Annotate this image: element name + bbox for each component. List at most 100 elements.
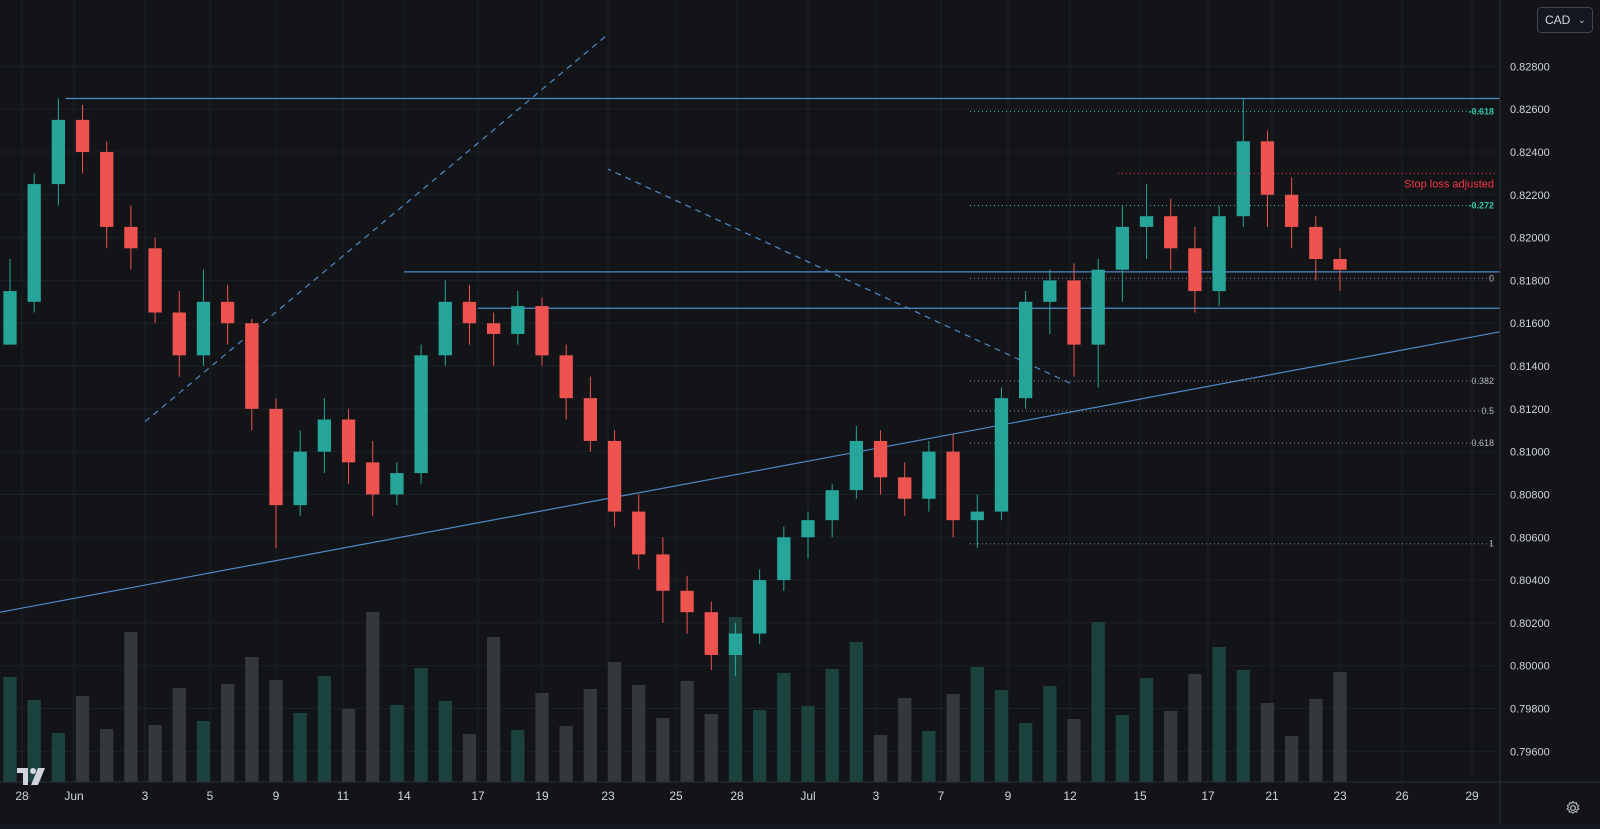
time-tick-label: 23 <box>601 789 615 803</box>
candle-body <box>3 291 17 345</box>
chart-pane[interactable]: -0.618 -0.272 0 0.382 0.5 0.618 1 Stop loss ad… <box>0 0 1600 824</box>
volume-bar <box>293 713 307 782</box>
volume-bar <box>1043 686 1057 782</box>
volume-bar <box>486 637 501 782</box>
candle-body <box>462 301 477 324</box>
candle <box>51 98 66 206</box>
volume-bar <box>1284 736 1299 782</box>
candle <box>801 511 815 559</box>
volume-bar <box>124 632 138 782</box>
candle <box>390 462 404 506</box>
volume-bar <box>946 694 960 782</box>
volume-bar <box>414 668 428 782</box>
candle <box>27 173 41 313</box>
candle <box>486 312 501 367</box>
candle-body <box>583 398 598 441</box>
price-tick-label: 0.80800 <box>1510 489 1550 501</box>
gear-icon[interactable] <box>1560 797 1586 819</box>
candle <box>656 537 670 623</box>
price-chart[interactable]: -0.618 -0.272 0 0.382 0.5 0.618 1 Stop loss ad… <box>0 0 1600 824</box>
candle <box>269 398 283 548</box>
candle-body <box>1236 141 1250 217</box>
fib-level-label: 1 <box>1489 539 1494 549</box>
candle-body <box>656 554 670 591</box>
currency-selector[interactable]: CAD ⌄ <box>1537 7 1593 33</box>
candle-body <box>390 473 404 495</box>
volume-bar <box>511 730 525 782</box>
candle-body <box>511 306 525 334</box>
candle-body <box>801 520 815 538</box>
price-tick-label: 0.80200 <box>1510 618 1550 630</box>
candle-body <box>1260 141 1275 195</box>
volume-bar <box>849 642 864 782</box>
time-tick-label: 15 <box>1133 789 1147 803</box>
volume-bar <box>366 612 380 782</box>
candle <box>511 291 525 345</box>
candle-body <box>728 633 743 655</box>
candle <box>946 434 960 538</box>
time-tick-label: 19 <box>535 789 549 803</box>
tradingview-logo-icon[interactable] <box>16 765 56 787</box>
volume-bar <box>1091 622 1105 782</box>
time-tick-label: 7 <box>938 789 945 803</box>
candle <box>1115 205 1130 302</box>
candle <box>245 318 259 431</box>
candle-body <box>825 490 839 521</box>
volume-bar <box>1067 719 1081 782</box>
time-tick-label: 14 <box>397 789 411 803</box>
volume-bar <box>317 676 332 782</box>
fib-level-label: 0.382 <box>1471 376 1494 386</box>
candle <box>777 526 791 591</box>
volume-bar <box>801 706 815 782</box>
candle <box>607 430 622 527</box>
candle <box>1018 291 1033 409</box>
volume-bar <box>1164 711 1178 782</box>
candle-body <box>317 419 332 452</box>
candle-body <box>1018 301 1033 399</box>
candle-body <box>1188 248 1202 292</box>
candle <box>535 297 549 367</box>
candle <box>1236 98 1250 227</box>
candle-body <box>148 248 162 313</box>
candle <box>704 601 718 670</box>
candle-body <box>245 323 259 409</box>
time-tick-label: 11 <box>337 789 350 803</box>
candle-body <box>680 590 694 613</box>
candle <box>1164 199 1178 270</box>
time-tick-label: 29 <box>1465 789 1479 803</box>
price-tick-label: 0.82000 <box>1510 233 1550 245</box>
candle-body <box>898 477 912 499</box>
volume-bar <box>825 669 839 782</box>
price-tick-label: 0.81200 <box>1510 404 1550 416</box>
candle-body <box>922 451 936 499</box>
candle-body <box>414 355 428 474</box>
candle <box>559 344 573 420</box>
time-axis[interactable]: 28 Jun 3 5 9 11 14 17 19 23 25 28 Jul 3 7 9 12 15 17 21 23 26… <box>0 781 1600 803</box>
candle <box>898 462 912 516</box>
volume-bar <box>100 729 114 782</box>
candle-body <box>1091 269 1105 345</box>
candle <box>341 408 356 484</box>
stop-loss-label: Stop loss adjusted <box>1404 178 1494 190</box>
candle-body <box>777 537 791 581</box>
candle-body <box>172 312 186 356</box>
fib-level-label: 0.5 <box>1481 406 1494 416</box>
candle-body <box>752 580 767 634</box>
volume-bar <box>1260 703 1275 782</box>
candle-body <box>1333 259 1347 270</box>
candle-body <box>873 440 888 478</box>
volume-bar <box>680 681 694 782</box>
currency-label: CAD <box>1545 13 1571 27</box>
candle-body <box>1115 226 1130 270</box>
candle <box>1188 226 1202 313</box>
chevron-down-icon: ⌄ <box>1577 14 1586 26</box>
volume-bar <box>390 705 404 782</box>
time-tick-label: Jun <box>64 789 83 803</box>
candle-body <box>486 323 501 334</box>
price-axis[interactable]: 0.82800 0.82600 0.82400 0.82200 0.82000 0.818… <box>1499 0 1550 824</box>
fibonacci-retracement: -0.618 -0.272 0 0.382 0.5 0.618 1 <box>970 106 1494 549</box>
candle <box>1333 248 1347 292</box>
candle-body <box>1139 216 1154 227</box>
time-tick-label: 25 <box>669 789 683 803</box>
candle <box>994 387 1009 521</box>
